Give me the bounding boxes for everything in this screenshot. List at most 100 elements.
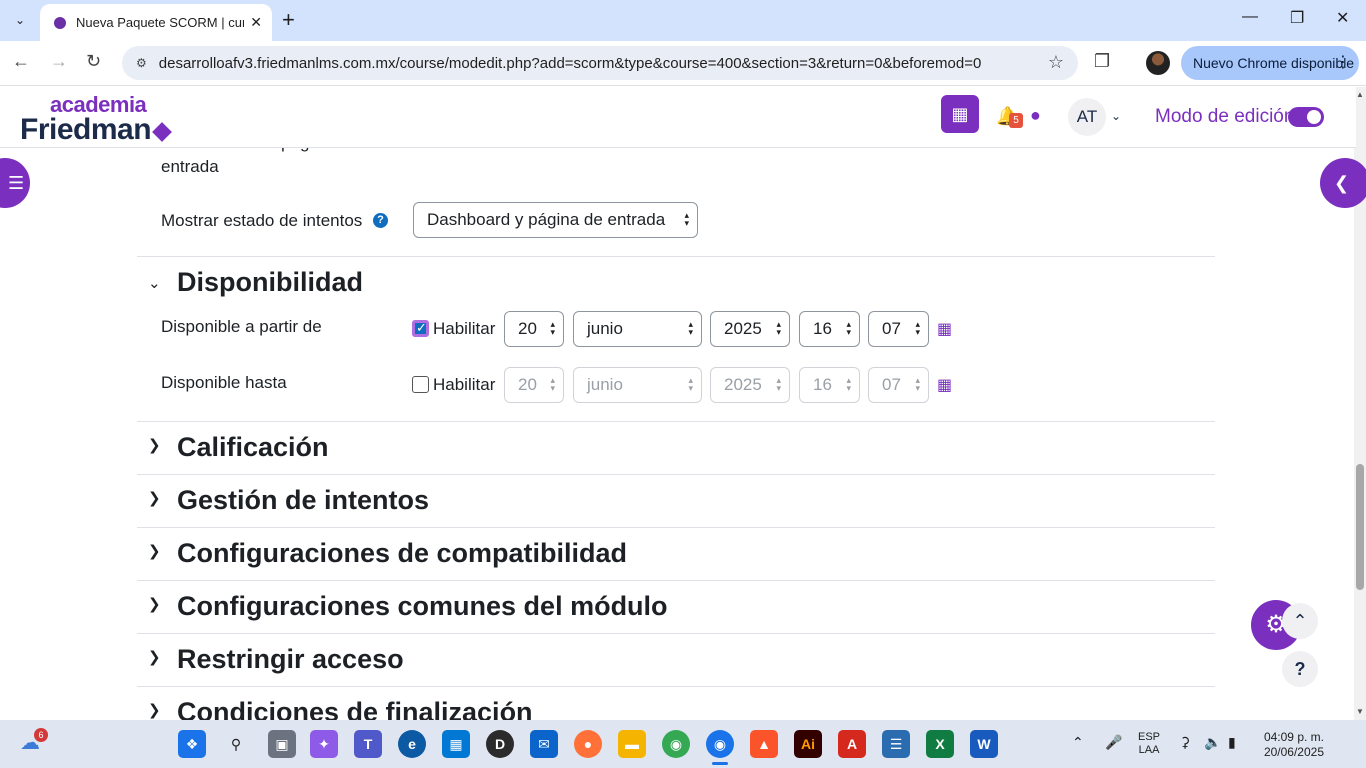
available-until-year-select: 2025	[710, 367, 790, 403]
available-until-label: Disponible hasta	[161, 373, 287, 392]
available-until-day-select: 20	[504, 367, 564, 403]
available-until-month-select: junio	[573, 367, 702, 403]
chrome-active-icon[interactable]: ◉	[706, 730, 734, 758]
section-title-compatibility[interactable]: Configuraciones de compatibilidad	[177, 538, 627, 569]
scroll-up-arrow-icon[interactable]: ▲	[1356, 90, 1364, 99]
forward-arrow-icon[interactable]: →	[50, 51, 68, 72]
wifi-icon[interactable]: ⚳	[1180, 734, 1190, 751]
available-from-year-select[interactable]: 2025	[710, 311, 790, 347]
section-title-availability[interactable]: Disponibilidad	[177, 267, 363, 298]
available-from-hour-select[interactable]: 16	[799, 311, 860, 347]
word-icon[interactable]: W	[970, 730, 998, 758]
file-explorer-icon[interactable]: ▬	[618, 730, 646, 758]
site-logo[interactable]: academia Friedman	[20, 94, 172, 145]
illustrator-icon[interactable]: Ai	[794, 730, 822, 758]
task-view-icon[interactable]: ▣	[268, 730, 296, 758]
section-title-common-module[interactable]: Configuraciones comunes del módulo	[177, 591, 668, 622]
chrome-update-button[interactable]: Nuevo Chrome disponible ⋮	[1181, 46, 1359, 80]
section-collapsed-chevron-icon[interactable]: ❯	[148, 595, 161, 613]
profile-avatar[interactable]	[1146, 51, 1170, 75]
available-until-enable-checkbox[interactable]	[412, 376, 429, 393]
tab-close-icon[interactable]: ✕	[250, 14, 262, 31]
volume-icon[interactable]: 🔈	[1204, 734, 1221, 751]
dell-icon[interactable]: D	[486, 730, 514, 758]
input-language-indicator[interactable]: ESP LAA	[1138, 731, 1160, 757]
browser-toolbar: ← → ↻ ⚙ desarrolloafv3.friedmanlms.com.m…	[0, 41, 1366, 86]
available-from-day-select[interactable]: 20	[504, 311, 564, 347]
browser-tab-active[interactable]: Nueva Paquete SCORM | curso2 ✕	[40, 4, 272, 41]
firefox-icon[interactable]: ●	[574, 730, 602, 758]
battery-icon[interactable]: ▮	[1228, 734, 1236, 751]
section-title-attempts[interactable]: Gestión de intentos	[177, 485, 429, 516]
reload-icon[interactable]: ↻	[86, 51, 101, 72]
acrobat-icon[interactable]: A	[838, 730, 866, 758]
section-collapsed-chevron-icon[interactable]: ❯	[148, 701, 161, 719]
section-expanded-chevron-icon[interactable]: ⌄	[148, 274, 161, 292]
footer-help-question-icon[interactable]: ?	[1282, 651, 1318, 687]
teams-icon[interactable]: T	[354, 730, 382, 758]
bookmark-star-icon[interactable]: ☆	[1048, 52, 1064, 73]
available-from-enable-checkbox[interactable]	[412, 320, 429, 337]
back-to-top-chevron-icon[interactable]: ⌃	[1282, 603, 1318, 639]
messages-chat-icon[interactable]: ●	[1030, 105, 1041, 126]
section-title-grading[interactable]: Calificación	[177, 432, 329, 463]
restore-icon[interactable]: ❐	[1290, 8, 1304, 28]
back-arrow-icon[interactable]: ←	[12, 51, 30, 72]
help-question-icon[interactable]: ?	[373, 213, 388, 228]
new-tab-plus-icon[interactable]: +	[282, 8, 295, 32]
taskbar-clock[interactable]: 04:09 p. m. 20/06/2025	[1260, 730, 1324, 760]
available-from-calendar-icon[interactable]: ▦	[937, 319, 952, 339]
available-from-month-select[interactable]: junio	[573, 311, 702, 347]
windows-taskbar: ☁ 6 ❖ ⚲ ▣ ✦ T e ▦ D ✉ ● ▬ ◉ ◉ ▲ Ai A ☰ X…	[0, 720, 1366, 768]
microphone-icon[interactable]: 🎤	[1105, 734, 1122, 751]
block-drawer-chevron-left-icon[interactable]: ❮	[1320, 158, 1366, 208]
site-navbar: academia Friedman ▦ 🔔 5 ● AT ⌄ Modo de e…	[0, 87, 1356, 148]
site-info-icon[interactable]: ⚙	[136, 56, 147, 70]
active-app-indicator	[712, 762, 728, 765]
page-content: contenido en la página de entrada Mostra…	[0, 87, 1356, 720]
available-until-calendar-icon[interactable]: ▦	[937, 375, 952, 395]
apps-grid-icon[interactable]: ▦	[941, 95, 979, 133]
tab-search-chevron-icon[interactable]: ⌄	[6, 8, 34, 32]
mail-icon[interactable]: ✉	[530, 730, 558, 758]
copilot-icon[interactable]: ✦	[310, 730, 338, 758]
attempt-status-label: Mostrar estado de intentos	[161, 211, 363, 230]
chrome-icon[interactable]: ◉	[662, 730, 690, 758]
scrollbar-thumb[interactable]	[1356, 464, 1364, 590]
attempt-status-select[interactable]: Dashboard y página de entrada	[413, 202, 698, 238]
user-menu-chevron-icon[interactable]: ⌄	[1111, 109, 1121, 123]
logo-main-text: Friedman	[20, 115, 172, 145]
available-from-minute-select[interactable]: 07	[868, 311, 929, 347]
edit-mode-toggle[interactable]	[1288, 107, 1324, 127]
section-title-restrict-access[interactable]: Restringir acceso	[177, 644, 404, 675]
browser-tabstrip: ⌄ Nueva Paquete SCORM | curso2 ✕ + — ❐ ✕	[0, 0, 1366, 41]
section-divider	[137, 421, 1215, 422]
minimize-icon[interactable]: —	[1242, 8, 1258, 26]
section-collapsed-chevron-icon[interactable]: ❯	[148, 436, 161, 454]
section-divider	[137, 474, 1215, 475]
user-avatar[interactable]: AT	[1068, 98, 1106, 136]
brave-icon[interactable]: ▲	[750, 730, 778, 758]
excel-icon[interactable]: X	[926, 730, 954, 758]
section-divider	[137, 580, 1215, 581]
start-windows-icon[interactable]: ❖	[178, 730, 206, 758]
section-divider	[137, 633, 1215, 634]
extensions-puzzle-icon[interactable]: ❐	[1094, 51, 1110, 72]
search-icon[interactable]: ⚲	[222, 730, 250, 758]
edge-icon[interactable]: e	[398, 730, 426, 758]
store-icon[interactable]: ▦	[442, 730, 470, 758]
address-bar[interactable]: ⚙ desarrolloafv3.friedmanlms.com.mx/cour…	[122, 46, 1078, 80]
section-collapsed-chevron-icon[interactable]: ❯	[148, 648, 161, 666]
available-from-label: Disponible a partir de	[161, 317, 322, 336]
notepad-icon[interactable]: ☰	[882, 730, 910, 758]
section-divider	[137, 527, 1215, 528]
section-title-completion[interactable]: Condiciones de finalización	[177, 697, 533, 720]
tray-chevron-up-icon[interactable]: ⌃	[1072, 734, 1084, 751]
window-close-icon[interactable]: ✕	[1336, 8, 1349, 28]
section-collapsed-chevron-icon[interactable]: ❯	[148, 489, 161, 507]
available-until-enable-label: Habilitar	[433, 375, 496, 394]
lang-layout: LAA	[1138, 744, 1160, 756]
scroll-down-arrow-icon[interactable]: ▼	[1356, 707, 1364, 716]
section-collapsed-chevron-icon[interactable]: ❯	[148, 542, 161, 560]
menu-dots-icon[interactable]: ⋮	[1335, 52, 1351, 72]
